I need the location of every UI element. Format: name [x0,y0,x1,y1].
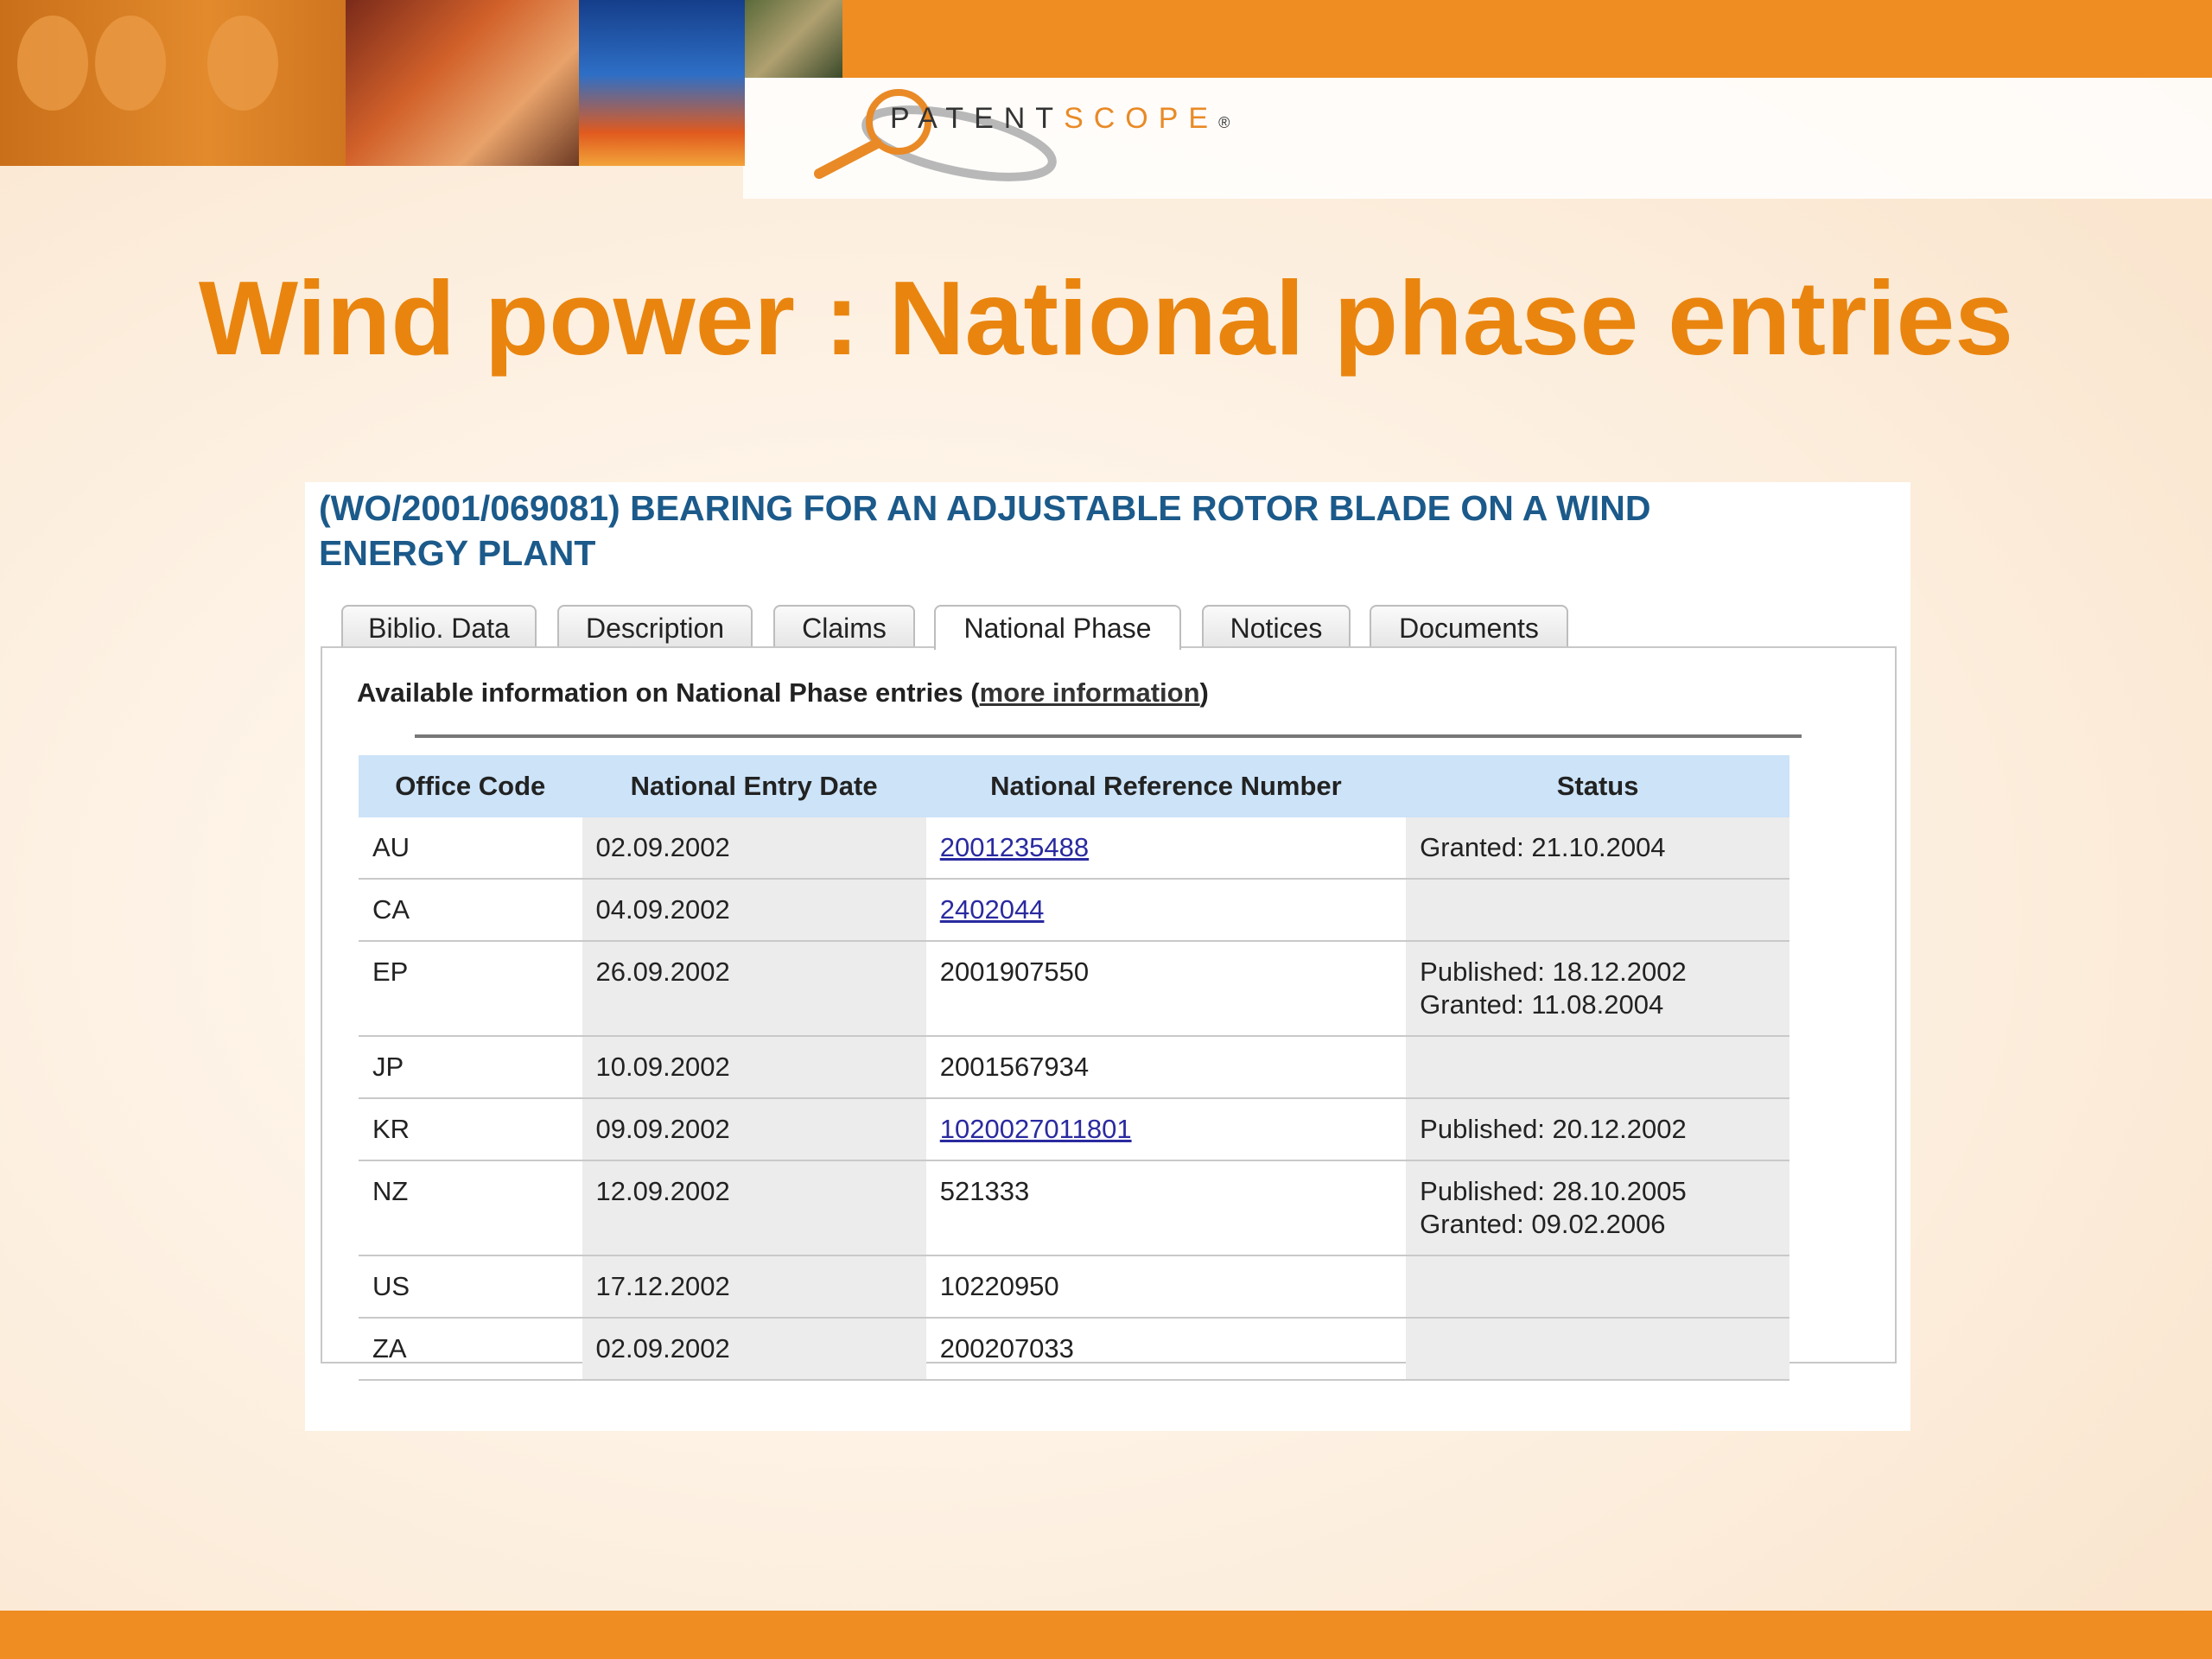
magnifier-logo-icon [814,89,1057,181]
office-code-cell: ZA [359,1318,582,1381]
lab-samples-image [579,0,745,166]
entry-date-cell: 09.09.2002 [582,1098,926,1161]
column-header-reference-number: National Reference Number [925,755,1407,817]
status-cell [1406,1036,1789,1099]
reference-cell: 10220950 [925,1255,1407,1319]
header-photo-collage [0,0,842,166]
document-title: (WO/2001/069081) BEARING FOR AN ADJUSTAB… [319,488,1651,573]
patentscope-logo: PATENTSCOPE® [890,102,1230,135]
circuit-image [745,0,842,78]
orange-circles-image [0,0,346,166]
column-header-office-code: Office Code [359,755,582,817]
status-cell [1406,1318,1789,1381]
table-row: AU 02.09.2002 2001235488 Granted: 21.10.… [359,817,1789,880]
info-line: Available information on National Phase … [357,677,1209,709]
national-phase-panel: Available information on National Phase … [321,646,1897,1381]
status-cell: Granted: 21.10.2004 [1406,817,1789,880]
status-cell [1406,879,1789,942]
table-header-row: Office Code National Entry Date National… [359,755,1789,817]
table-row: JP 10.09.2002 2001567934 [359,1036,1789,1099]
divider [415,734,1802,738]
office-code-cell: AU [359,817,582,880]
reference-cell: 2001235488 [925,817,1407,880]
status-cell [1406,1255,1789,1319]
table-row: NZ 12.09.2002 521333 Published: 28.10.20… [359,1160,1789,1256]
entry-date-cell: 02.09.2002 [582,1318,926,1381]
reference-link[interactable]: 1020027011801 [940,1114,1132,1144]
reference-link[interactable]: 2001235488 [940,832,1089,862]
table-row: EP 26.09.2002 2001907550 Published: 18.1… [359,941,1789,1037]
tab-documents[interactable]: Documents [1370,605,1568,646]
column-header-status: Status [1406,755,1789,817]
tab-national-phase[interactable]: National Phase [934,605,1181,650]
table-row: ZA 02.09.2002 200207033 [359,1318,1789,1381]
reference-cell: 200207033 [925,1318,1407,1381]
status-cell: Published: 20.12.2002 [1406,1098,1789,1161]
office-code-cell: JP [359,1036,582,1099]
entry-date-cell: 04.09.2002 [582,879,926,942]
entry-date-cell: 26.09.2002 [582,941,926,1037]
status-line: Published: 28.10.2005 [1420,1176,1687,1206]
column-header-entry-date: National Entry Date [582,755,926,817]
status-cell: Published: 28.10.2005 Granted: 09.02.200… [1406,1160,1789,1256]
entry-date-cell: 12.09.2002 [582,1160,926,1256]
office-code-cell: CA [359,879,582,942]
entry-date-cell: 17.12.2002 [582,1255,926,1319]
tab-description[interactable]: Description [557,605,753,646]
info-suffix: ) [1199,677,1209,708]
table-row: KR 09.09.2002 1020027011801 Published: 2… [359,1098,1789,1161]
bottom-orange-band [0,1611,2212,1659]
tab-notices[interactable]: Notices [1202,605,1351,646]
status-line: Granted: 09.02.2006 [1420,1209,1666,1239]
status-line: Published: 18.12.2002 [1420,957,1687,987]
national-phase-table: Office Code National Entry Date National… [359,755,1789,1381]
table-row: CA 04.09.2002 2402044 [359,879,1789,942]
tab-claims[interactable]: Claims [773,605,915,646]
reference-cell: 521333 [925,1160,1407,1256]
office-code-cell: KR [359,1098,582,1161]
table-row: US 17.12.2002 10220950 [359,1255,1789,1319]
status-line: Granted: 11.08.2004 [1420,989,1664,1020]
office-code-cell: US [359,1255,582,1319]
reference-cell: 2001567934 [925,1036,1407,1099]
reference-cell: 1020027011801 [925,1098,1407,1161]
status-cell: Published: 18.12.2002 Granted: 11.08.200… [1406,941,1789,1037]
more-information-link[interactable]: more information [980,677,1200,708]
technology-collage-image [346,0,579,166]
reference-link[interactable]: 2402044 [940,894,1045,925]
entry-date-cell: 10.09.2002 [582,1036,926,1099]
info-text: Available information on National Phase … [357,677,980,708]
entry-date-cell: 02.09.2002 [582,817,926,880]
slide-title: Wind power : National phase entries [198,259,2014,377]
tab-biblio-data[interactable]: Biblio. Data [341,605,537,646]
reference-cell: 2001907550 [925,941,1407,1037]
office-code-cell: NZ [359,1160,582,1256]
patentscope-screenshot: (WO/2001/069081) BEARING FOR AN ADJUSTAB… [305,482,1910,1431]
reference-cell: 2402044 [925,879,1407,942]
office-code-cell: EP [359,941,582,1037]
